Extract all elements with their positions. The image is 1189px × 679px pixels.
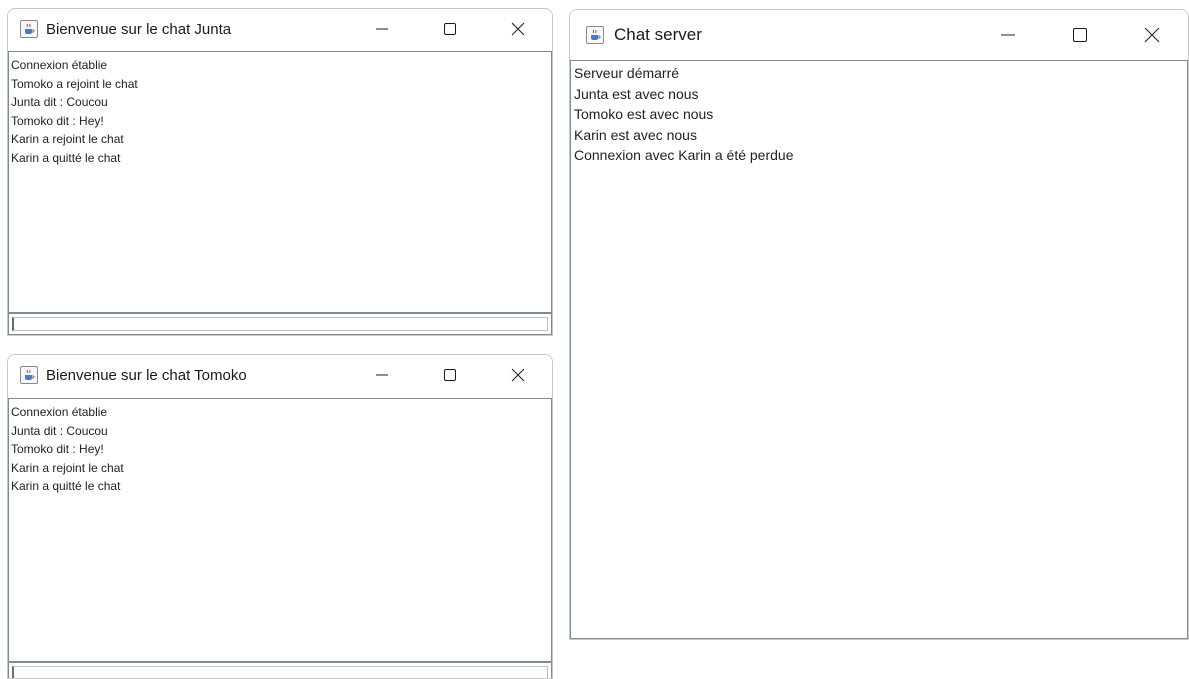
window-chat-junta: Bienvenue sur le chat Junta Connexion ét… xyxy=(7,8,553,336)
chat-message: Karin a rejoint le chat xyxy=(11,132,124,146)
window-chat-tomoko: Bienvenue sur le chat Tomoko Connexion é… xyxy=(7,354,553,679)
window-chat-server: Chat server Serveur démarré Junta est av… xyxy=(569,9,1189,640)
titlebar[interactable]: Chat server xyxy=(570,10,1188,60)
chat-message: Connexion établie xyxy=(11,58,108,72)
chat-log[interactable]: Connexion établie Junta dit : Coucou Tom… xyxy=(8,398,552,662)
close-button[interactable] xyxy=(1116,10,1188,60)
chat-message: Tomoko dit : Hey! xyxy=(11,442,104,456)
server-log[interactable]: Serveur démarré Junta est avec nous Tomo… xyxy=(570,60,1188,639)
chat-message: Karin a quitté le chat xyxy=(11,150,121,165)
close-icon xyxy=(511,22,525,36)
chat-message: Karin a rejoint le chat xyxy=(11,460,124,475)
window-title: Bienvenue sur le chat Junta xyxy=(46,20,232,38)
titlebar[interactable]: Bienvenue sur le chat Tomoko xyxy=(8,355,552,395)
chat-message: Karin a quitté le chat xyxy=(11,479,121,493)
java-coffee-cup-icon xyxy=(586,26,604,44)
maximize-button[interactable] xyxy=(1044,10,1116,60)
log-message: Tomoko est avec nous xyxy=(574,106,714,122)
chat-log[interactable]: Connexion établie Tomoko a rejoint le ch… xyxy=(8,51,552,313)
window-controls xyxy=(348,9,552,49)
minimize-button[interactable] xyxy=(348,355,416,395)
close-icon xyxy=(1144,27,1160,43)
message-input[interactable] xyxy=(8,313,552,335)
chat-message: Junta dit : Coucou xyxy=(11,95,108,109)
minimize-button[interactable] xyxy=(972,10,1044,60)
minimize-icon xyxy=(376,374,388,376)
window-controls xyxy=(348,355,552,395)
minimize-button[interactable] xyxy=(348,9,416,49)
window-title: Chat server xyxy=(614,25,702,44)
chat-message: Tomoko dit : Hey! xyxy=(11,113,104,128)
java-coffee-cup-icon xyxy=(20,20,38,38)
maximize-icon xyxy=(444,23,456,35)
titlebar[interactable]: Bienvenue sur le chat Junta xyxy=(8,9,552,49)
close-icon xyxy=(511,368,525,382)
message-input-inner xyxy=(12,666,548,678)
log-message: Junta est avec nous xyxy=(574,85,699,102)
window-title: Bienvenue sur le chat Tomoko xyxy=(46,366,247,384)
desktop: Bienvenue sur le chat Junta Connexion ét… xyxy=(0,0,1189,679)
message-input-inner xyxy=(12,317,548,331)
minimize-icon xyxy=(1001,34,1015,36)
chat-message: Tomoko a rejoint le chat xyxy=(11,76,138,91)
chat-message: Junta dit : Coucou xyxy=(11,423,108,438)
java-coffee-cup-icon xyxy=(20,366,38,384)
close-button[interactable] xyxy=(484,355,552,395)
maximize-icon xyxy=(1073,28,1087,42)
log-message: Karin est avec nous xyxy=(574,126,697,143)
window-controls xyxy=(972,10,1188,60)
close-button[interactable] xyxy=(484,9,552,49)
log-message: Serveur démarré xyxy=(574,65,680,81)
message-input[interactable] xyxy=(8,662,552,678)
maximize-button[interactable] xyxy=(416,355,484,395)
log-message: Connexion avec Karin a été perdue xyxy=(574,147,794,163)
chat-message: Connexion établie xyxy=(11,405,108,419)
maximize-button[interactable] xyxy=(416,9,484,49)
maximize-icon xyxy=(444,369,456,381)
minimize-icon xyxy=(376,28,388,30)
